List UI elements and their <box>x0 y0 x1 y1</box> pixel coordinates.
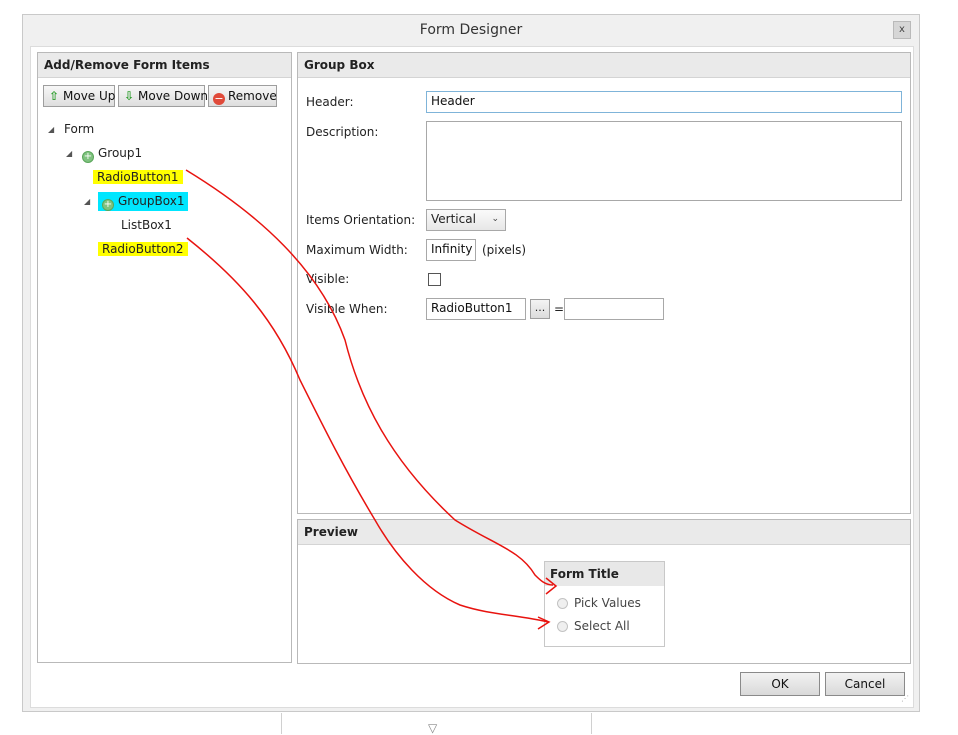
move-up-label: Move Up <box>63 89 116 103</box>
close-button[interactable]: x <box>893 21 911 39</box>
max-width-field-label: Maximum Width: <box>306 243 408 257</box>
cancel-button[interactable]: Cancel <box>825 672 905 696</box>
tree-node-form-label: Form <box>64 122 95 136</box>
form-items-header: Add/Remove Form Items <box>38 53 291 78</box>
header-input[interactable]: Header <box>426 91 902 113</box>
remove-label: Remove <box>228 89 277 103</box>
preview-radio-select-all[interactable] <box>557 621 568 632</box>
max-width-unit: (pixels) <box>482 243 527 257</box>
form-items-panel: Add/Remove Form Items ⇧ Move Up ⇩ Move Dow… <box>37 52 292 663</box>
collapse-groupbox1-icon[interactable]: ◢ <box>84 197 90 206</box>
tree-node-groupbox1-label: GroupBox1 <box>118 194 185 208</box>
max-width-input[interactable]: Infinity <box>426 239 476 261</box>
description-textarea[interactable] <box>426 121 902 201</box>
tree-node-group1[interactable]: + Group1 <box>82 144 142 163</box>
visible-when-field-label: Visible When: <box>306 302 388 316</box>
visible-field-label: Visible: <box>306 272 350 286</box>
tree-node-radiobutton2-label: RadioButton2 <box>98 242 188 256</box>
form-designer-dialog: Form Designer x Add/Remove Form Items ⇧ M… <box>22 14 920 712</box>
remove-button[interactable]: − Remove <box>208 85 277 107</box>
tree-node-form[interactable]: Form <box>64 120 94 138</box>
tree-node-radiobutton1[interactable]: RadioButton1 <box>93 168 183 186</box>
tree-node-radiobutton2[interactable]: RadioButton2 <box>98 240 188 258</box>
description-field-label: Description: <box>306 125 379 139</box>
orientation-field-label: Items Orientation: <box>306 213 416 227</box>
preview-panel: Preview Form Title Pick Values Select Al… <box>297 519 911 664</box>
visible-checkbox[interactable] <box>428 273 441 286</box>
preview-header: Preview <box>298 520 910 545</box>
group-box-properties-panel: Group Box Header: Header Description: It… <box>297 52 911 514</box>
add-circle-icon: + <box>102 199 114 211</box>
visible-when-browse-button[interactable]: ... <box>530 299 550 319</box>
collapse-form-icon[interactable]: ◢ <box>48 125 54 134</box>
visible-when-value-input[interactable] <box>564 298 664 320</box>
preview-form: Form Title Pick Values Select All <box>544 561 665 647</box>
tree-node-group1-label: Group1 <box>98 146 143 160</box>
move-down-button[interactable]: ⇩ Move Down <box>118 85 208 107</box>
orientation-select-value: Vertical <box>431 212 476 226</box>
visible-when-input[interactable]: RadioButton1 <box>426 298 526 320</box>
move-down-label: Move Down <box>138 89 208 103</box>
orientation-select[interactable]: Vertical ⌄ <box>426 209 506 231</box>
below-panel: ▽ <box>281 713 592 735</box>
dialog-title: Form Designer <box>419 22 523 38</box>
dialog-client: Add/Remove Form Items ⇧ Move Up ⇩ Move Dow… <box>30 46 914 708</box>
properties-header: Group Box <box>298 53 910 78</box>
chevron-down-icon: ⌄ <box>491 214 499 224</box>
preview-form-title: Form Title <box>545 562 664 586</box>
triangle-down-icon[interactable]: ▽ <box>428 721 437 735</box>
move-up-button[interactable]: ⇧ Move Up <box>43 85 115 107</box>
collapse-group1-icon[interactable]: ◢ <box>66 149 72 158</box>
preview-radio-pick-values[interactable] <box>557 598 568 609</box>
add-circle-icon: + <box>82 151 94 163</box>
remove-icon: − <box>213 92 225 105</box>
arrow-down-icon: ⇩ <box>123 89 135 103</box>
equals-sign: = <box>554 302 565 316</box>
preview-radio-select-all-label: Select All <box>574 619 630 633</box>
ok-button[interactable]: OK <box>740 672 820 696</box>
header-field-label: Header: <box>306 95 354 109</box>
preview-radio-pick-values-label: Pick Values <box>574 596 641 610</box>
tree-node-groupbox1[interactable]: + GroupBox1 <box>98 192 189 211</box>
tree-node-radiobutton1-label: RadioButton1 <box>93 170 183 184</box>
tree-node-listbox1-label: ListBox1 <box>121 218 172 232</box>
resize-grip-icon[interactable]: ⋰ <box>901 695 911 705</box>
arrow-up-icon: ⇧ <box>48 89 60 103</box>
tree-node-listbox1[interactable]: ListBox1 <box>121 216 172 234</box>
tree-node-groupbox1-selected: + GroupBox1 <box>98 192 189 211</box>
